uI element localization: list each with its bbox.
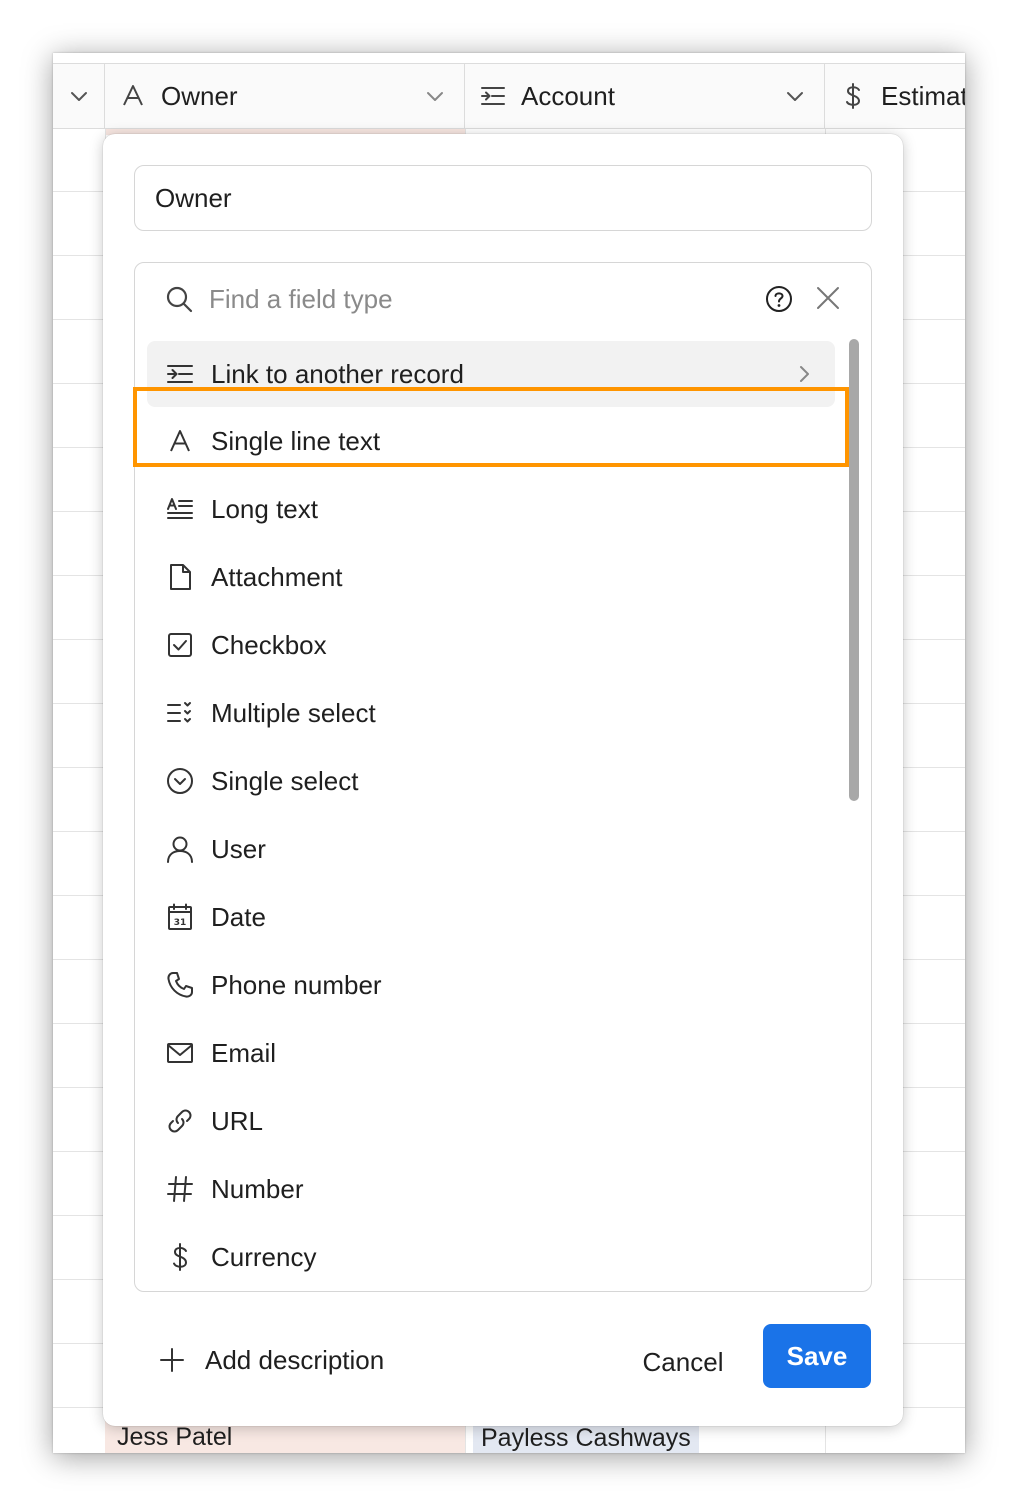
field-type-user[interactable]: User [135, 815, 871, 883]
url-icon [168, 1109, 192, 1133]
field-type-label: User [211, 833, 266, 864]
currency-icon [846, 83, 861, 109]
chevron-down-icon[interactable] [424, 85, 446, 107]
field-type-picker: Link to another record Single line text … [134, 262, 872, 1292]
field-type-label: Multiple select [211, 697, 376, 728]
field-type-number[interactable]: Number [135, 1155, 871, 1223]
field-type-checkbox[interactable]: Checkbox [135, 611, 871, 679]
field-type-currency[interactable]: Currency [135, 1223, 871, 1291]
multiple-select-icon [167, 702, 191, 723]
chevron-down-icon [70, 92, 87, 101]
field-type-attachment[interactable]: Attachment [135, 543, 871, 611]
user-icon [167, 836, 193, 863]
number-icon [167, 1176, 193, 1202]
column-header-label: Account [521, 80, 615, 111]
column-header-owner[interactable]: Owner [105, 64, 465, 128]
field-type-multiple-select[interactable]: Multiple select [135, 679, 871, 747]
chevron-right-icon [800, 366, 809, 382]
column-header-account[interactable]: Account [465, 64, 825, 128]
email-icon [167, 1043, 193, 1063]
phone-icon [167, 972, 193, 998]
field-type-link-to-another-record[interactable]: Link to another record [147, 341, 835, 407]
column-header-label: Estimat [881, 80, 965, 111]
plus-icon [160, 1348, 184, 1372]
single-line-text-icon [170, 430, 190, 452]
scrollbar-thumb[interactable] [849, 339, 859, 801]
attachment-icon [170, 564, 191, 590]
add-description-button[interactable]: Add description [159, 1340, 384, 1380]
checkbox-icon [168, 633, 192, 657]
field-type-label: Number [211, 1173, 304, 1204]
field-type-label: Attachment [211, 561, 343, 592]
help-icon[interactable] [765, 285, 793, 313]
column-menu-button[interactable] [53, 64, 105, 128]
single-select-icon [167, 768, 193, 794]
add-description-label: Add description [205, 1344, 385, 1375]
field-type-label: Currency [211, 1241, 317, 1272]
field-type-label: Long text [211, 493, 318, 524]
field-type-label: Date [211, 901, 266, 932]
link-record-icon [481, 87, 505, 105]
field-type-list: Link to another record Single line text … [135, 335, 871, 1291]
account-chip[interactable]: Payless Cashways [473, 1423, 699, 1453]
long-text-icon [167, 498, 193, 519]
save-button[interactable]: Save [763, 1324, 871, 1388]
field-type-url[interactable]: URL [135, 1087, 871, 1155]
svg-text:31: 31 [174, 918, 187, 928]
field-type-label: Single line text [211, 425, 381, 456]
search-icon [166, 286, 193, 313]
field-type-date[interactable]: 31 Date [135, 883, 871, 951]
column-header-estimate[interactable]: Estimat [825, 64, 965, 128]
field-type-search [135, 263, 871, 335]
chevron-down-icon[interactable] [784, 85, 806, 107]
close-icon[interactable] [815, 285, 841, 311]
field-type-label: Single select [211, 765, 359, 796]
field-type-label: URL [211, 1105, 264, 1136]
field-type-label: Email [211, 1037, 277, 1068]
link-record-icon [167, 365, 193, 383]
cancel-button[interactable]: Cancel [623, 1334, 743, 1390]
app-window: Owner Account Estimat Jess Patel Payless… [53, 53, 965, 1453]
field-config-dialog: Link to another record Single line text … [103, 134, 903, 1426]
field-type-long-text[interactable]: Long text [135, 475, 871, 543]
column-header-label: Owner [161, 80, 238, 111]
currency-icon [173, 1243, 188, 1271]
field-type-email[interactable]: Email [135, 1019, 871, 1087]
single-line-text-icon [123, 85, 143, 106]
date-icon: 31 [168, 903, 192, 930]
dialog-footer: Add description Cancel Save [103, 1324, 903, 1404]
field-type-label: Phone number [211, 969, 382, 1000]
field-type-label: Link to another record [211, 358, 464, 389]
field-name-input[interactable] [134, 165, 872, 231]
field-type-single-select[interactable]: Single select [135, 747, 871, 815]
field-type-search-input[interactable] [209, 277, 749, 321]
field-type-label: Checkbox [211, 629, 327, 660]
field-type-single-line-text[interactable]: Single line text [135, 407, 871, 475]
grid-header: Owner Account Estimat [53, 63, 965, 129]
field-type-phone-number[interactable]: Phone number [135, 951, 871, 1019]
